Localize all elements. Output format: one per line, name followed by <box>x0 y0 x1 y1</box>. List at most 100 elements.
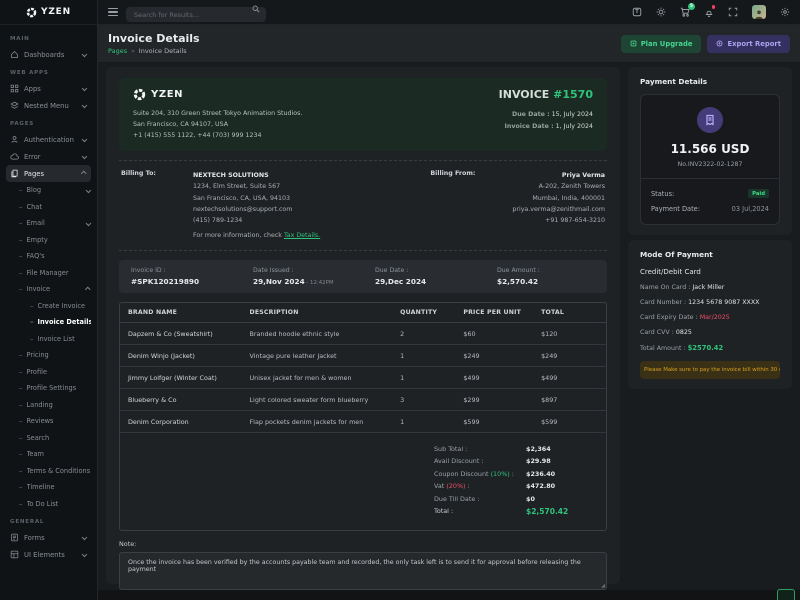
sidebar-item-label: Error <box>24 153 77 161</box>
sidebar-nav: MAIN Dashboards WEB APPS Apps Nested Men… <box>0 25 97 600</box>
summary-total: Total :$2,570.42 <box>128 507 598 516</box>
sidebar-section-general: GENERAL <box>10 519 91 525</box>
scroll-top-button[interactable] <box>777 589 795 600</box>
sidebar-item-file-manager[interactable]: –File Manager <box>6 265 91 282</box>
sidebar-item-label: UI Elements <box>24 551 77 559</box>
chevron-up-icon <box>85 287 90 292</box>
brand-logo-icon <box>133 88 146 101</box>
sidebar-item-apps[interactable]: Apps <box>6 80 91 97</box>
sidebar: YZEN MAIN Dashboards WEB APPS Apps Neste… <box>0 0 98 600</box>
translate-icon[interactable]: T <box>632 7 642 17</box>
plan-upgrade-button[interactable]: Plan Upgrade <box>621 35 702 53</box>
billing-from-label: Billing From: <box>430 170 502 241</box>
bell-icon[interactable] <box>704 7 714 17</box>
summary-avail-discount: Avail Discount :$29.98 <box>128 457 598 465</box>
invoice-dates: Due Date : 15, July 2024 Invoice Date : … <box>499 109 593 133</box>
sidebar-item-landing[interactable]: –Landing <box>6 397 91 414</box>
breadcrumb-pages[interactable]: Pages <box>108 47 127 55</box>
payment-details-card: Payment Details 11.566 USD No.INV2322-02… <box>628 67 792 235</box>
sidebar-item-label: Authentication <box>24 136 77 144</box>
sidebar-item-reviews[interactable]: –Reviews <box>6 413 91 430</box>
hamburger-menu-icon[interactable] <box>108 8 118 16</box>
invoice-company-logo: YZEN <box>133 88 499 101</box>
invoice-summary: Sub Total :$2,364 Avail Discount :$29.98… <box>120 433 606 530</box>
avatar[interactable] <box>752 5 766 19</box>
payment-details-title: Payment Details <box>640 77 780 86</box>
sidebar-item-blog[interactable]: –Blog <box>6 182 91 199</box>
chevron-down-icon <box>81 85 86 90</box>
invoice-card: YZEN Suite 204, 310 Green Street Tokyo A… <box>106 67 620 584</box>
sidebar-item-forms[interactable]: Forms <box>6 529 91 546</box>
search-box[interactable] <box>126 2 266 23</box>
sidebar-item-terms-conditions[interactable]: –Terms & Conditions <box>6 463 91 480</box>
sidebar-item-label: Pages <box>24 170 77 178</box>
brand-logo[interactable]: YZEN <box>0 0 97 25</box>
home-icon <box>10 50 19 59</box>
card-cvv-row: Card CVV : 0825 <box>640 329 780 336</box>
payment-date-row: Payment Date: 03 Jul,2024 <box>651 201 769 216</box>
summary-due-till-date: Due Till Date :$0 <box>128 495 598 503</box>
sidebar-item-email[interactable]: –Email <box>6 215 91 232</box>
table-row: Jimmy Lolfger (Winter Coat)Unisex jacket… <box>120 367 606 389</box>
sidebar-item-invoice-list[interactable]: –Invoice List <box>6 331 91 348</box>
sidebar-item-search[interactable]: –Search <box>6 430 91 447</box>
tax-details-link[interactable]: Tax Details. <box>284 232 320 239</box>
page-header: Invoice Details Pages » Invoice Details … <box>98 25 800 63</box>
sidebar-item-error[interactable]: Error <box>6 148 91 165</box>
resize-handle[interactable]: ◢ <box>601 583 605 589</box>
sidebar-item-dashboards[interactable]: Dashboards <box>6 46 91 63</box>
sidebar-item-invoice-details[interactable]: –Invoice Details <box>6 314 91 331</box>
brand-logo-icon <box>26 7 37 18</box>
notification-dot <box>712 5 716 9</box>
sidebar-item-nested-menu[interactable]: Nested Menu <box>6 97 91 114</box>
chevron-down-icon <box>81 51 86 56</box>
meta-date-issued: Date Issued : 29,Nov 2024 - 12:42PM <box>241 267 363 286</box>
billing-to-block: NEXTECH SOLUTIONS 1234, Elm Street, Suit… <box>193 170 320 241</box>
summary-sub-total: Sub Total :$2,364 <box>128 445 598 453</box>
theme-toggle-icon[interactable] <box>656 7 666 17</box>
sidebar-item-label: Dashboards <box>24 51 77 59</box>
sidebar-item-chat[interactable]: –Chat <box>6 199 91 216</box>
sidebar-item-timeline[interactable]: –Timeline <box>6 479 91 496</box>
sidebar-item-profile-settings[interactable]: –Profile Settings <box>6 380 91 397</box>
table-header-row: BRAND NAME DESCRIPTION QUANTITY PRICE PE… <box>120 303 606 323</box>
sidebar-item-create-invoice[interactable]: –Create Invoice <box>6 298 91 315</box>
sidebar-item-empty[interactable]: –Empty <box>6 232 91 249</box>
sidebar-item-faqs[interactable]: –FAQ's <box>6 248 91 265</box>
search-input[interactable] <box>126 7 266 22</box>
main-column: T 5 Invoice Details Pages » Invoice Deta… <box>98 0 800 600</box>
note-textarea[interactable]: Once the invoice has been verified by th… <box>119 552 607 590</box>
summary-coupon-discount: Coupon Discount (10%) :$236.40 <box>128 470 598 478</box>
fullscreen-icon[interactable] <box>728 7 738 17</box>
payment-invoice-ref: No.INV2322-02-1287 <box>651 161 769 168</box>
page-title: Invoice Details <box>108 32 200 45</box>
export-icon <box>716 40 723 47</box>
table-row: Dapzem & Co (Sweatshirt)Branded hoodie e… <box>120 323 606 345</box>
export-report-button[interactable]: Export Report <box>707 35 790 53</box>
sidebar-item-pages[interactable]: Pages <box>6 165 91 182</box>
search-icon[interactable] <box>252 5 260 13</box>
sidebar-item-invoice[interactable]: –Invoice <box>6 281 91 298</box>
billing-section: Billing To: NEXTECH SOLUTIONS 1234, Elm … <box>119 160 607 251</box>
top-header: T 5 <box>98 0 800 25</box>
sidebar-item-team[interactable]: –Team <box>6 446 91 463</box>
mode-of-payment-title: Mode Of Payment <box>640 250 780 259</box>
pages-icon <box>10 169 19 178</box>
sidebar-item-to-do-list[interactable]: –To Do List <box>6 496 91 513</box>
payment-method: Credit/Debit Card <box>640 268 780 276</box>
sidebar-item-ui-elements[interactable]: UI Elements <box>6 546 91 563</box>
col-brand-name: BRAND NAME <box>120 303 242 323</box>
settings-icon[interactable] <box>780 7 790 17</box>
sidebar-item-authentication[interactable]: Authentication <box>6 131 91 148</box>
mode-of-payment-card: Mode Of Payment Credit/Debit Card Name O… <box>628 240 792 389</box>
cart-icon[interactable]: 5 <box>680 7 690 17</box>
invoice-note: Note: Once the invoice has been verified… <box>119 540 607 590</box>
ui-elements-icon <box>10 550 19 559</box>
sidebar-item-profile[interactable]: –Profile <box>6 364 91 381</box>
sidebar-item-pricing[interactable]: –Pricing <box>6 347 91 364</box>
breadcrumb-separator: » <box>131 48 135 55</box>
chevron-down-icon <box>85 187 90 192</box>
col-quantity: QUANTITY <box>392 303 455 323</box>
table-row: Denim Winjo (Jacket)Vintage pure leather… <box>120 345 606 367</box>
sidebar-section-main: MAIN <box>10 36 91 42</box>
